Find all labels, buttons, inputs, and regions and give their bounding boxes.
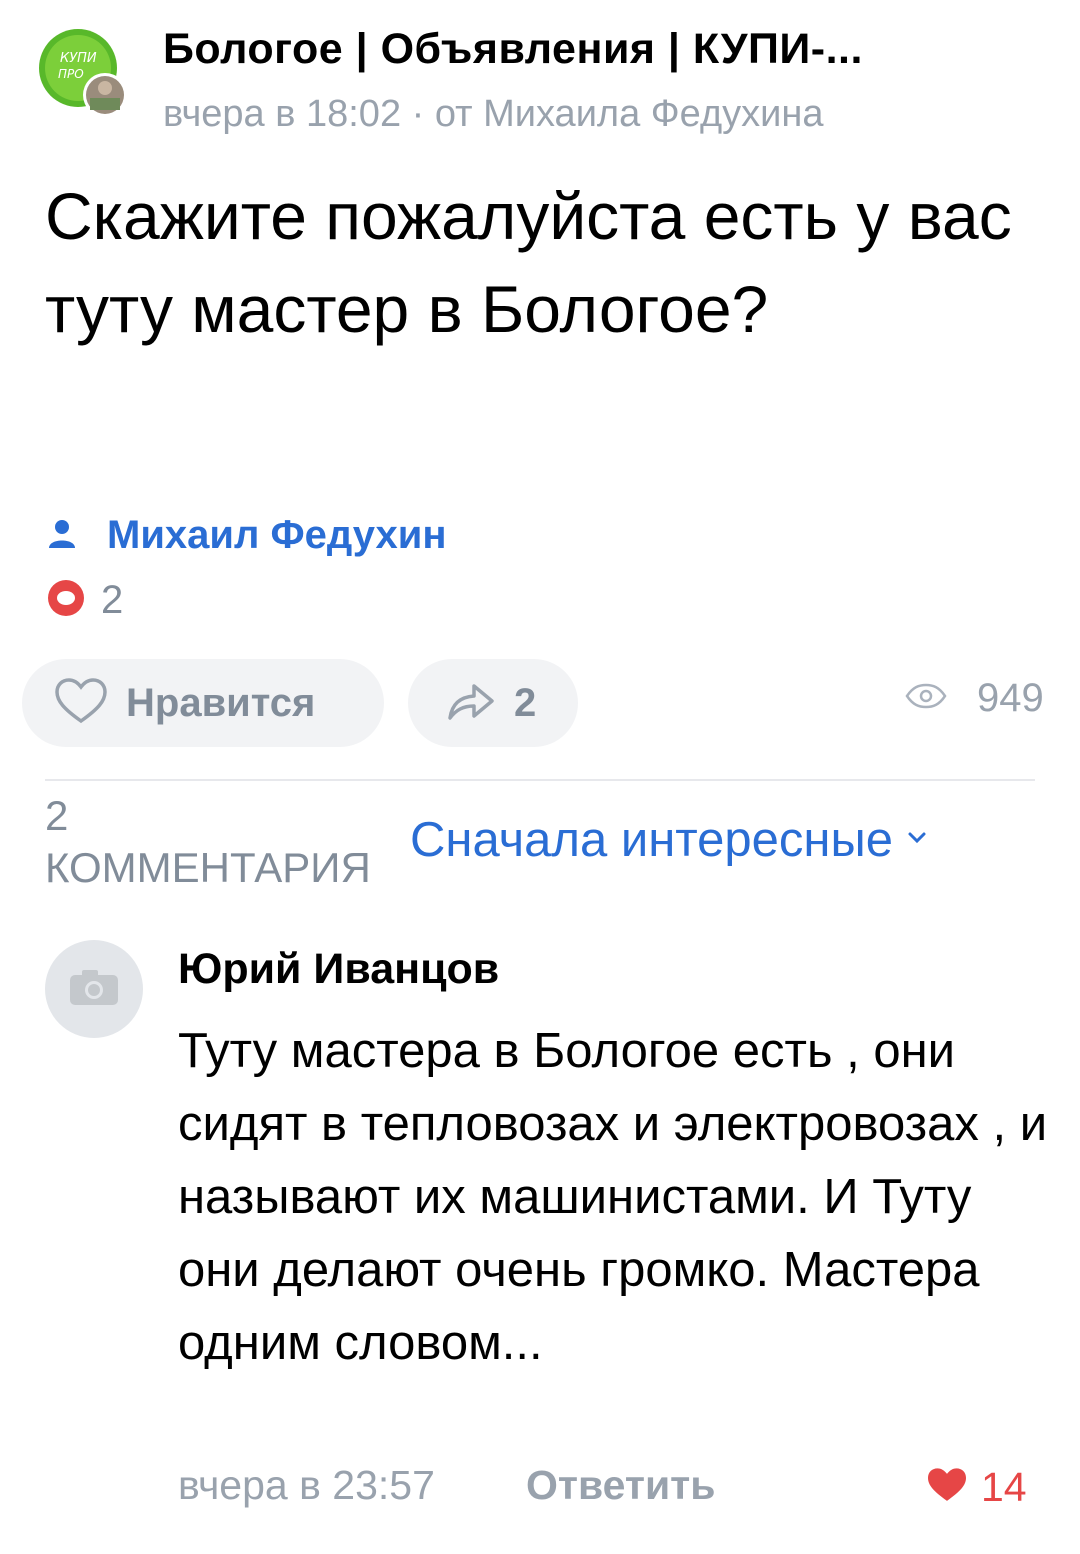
group-title[interactable]: Бологое | Объявления | КУПИ-... [163,25,1058,74]
heart-filled-icon [925,1466,969,1509]
comment-text: Туту мастера в Бологое есть , они сидят … [178,1024,1048,1370]
group-avatar[interactable]: КУПИ ПРО [38,28,128,118]
chevron-down-icon [907,831,927,850]
heart-outline-icon [54,677,108,730]
sort-label: Сначала интересные [410,813,893,867]
camera-icon [68,967,120,1012]
comment-like-button[interactable]: 14 [925,1464,1027,1511]
comment-time: вчера в 23:57 [178,1462,435,1508]
like-button[interactable]: Нравится [22,659,384,747]
like-label: Нравится [126,680,316,725]
person-icon [45,516,79,555]
views-indicator: 949 [905,676,1044,721]
post-meta: вчера в 18:02 · от Михаила Федухина [163,93,824,135]
comments-indicator[interactable]: 2 [45,578,123,623]
commenter-name[interactable]: Юрий Иванцов [178,945,499,994]
svg-text:ПРО: ПРО [58,67,84,81]
commenter-avatar[interactable] [45,940,143,1038]
divider [45,779,1035,781]
post-text: Скажите пожалуйста есть у вас туту масте… [45,179,1012,346]
post-author-row[interactable]: Михаил Федухин [45,510,447,560]
views-count: 949 [977,676,1044,720]
comments-sort-dropdown[interactable]: Сначала интересные [410,812,927,868]
comments-heading: 2 КОММЕНТАРИЯ [45,792,371,891]
comment-bubble-icon [45,577,87,624]
reply-button[interactable]: Ответить [526,1462,715,1509]
comment-likes-count: 14 [981,1464,1027,1510]
share-arrow-icon [446,680,496,727]
eye-icon [905,683,947,714]
svg-text:КУПИ: КУПИ [60,51,97,66]
comments-count: 2 [101,578,124,622]
post-author-name[interactable]: Михаил Федухин [107,513,447,558]
share-count: 2 [514,680,537,725]
share-button[interactable]: 2 [408,659,578,747]
